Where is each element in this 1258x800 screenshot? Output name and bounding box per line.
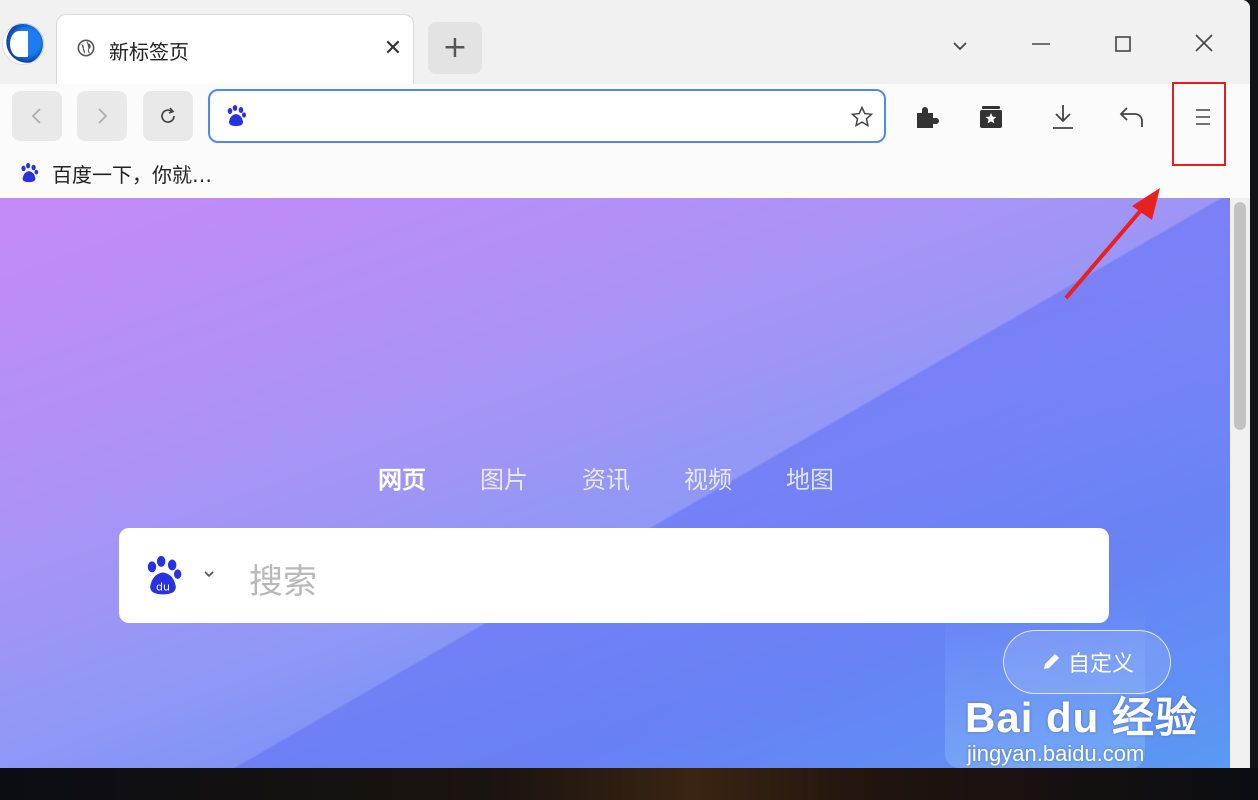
reload-button[interactable] — [143, 91, 193, 141]
new-tab-button[interactable]: + — [428, 22, 482, 74]
address-bar[interactable] — [208, 89, 886, 143]
forward-button[interactable] — [77, 91, 127, 141]
undo-icon[interactable] — [1117, 102, 1147, 132]
scrollbar-thumb[interactable] — [1234, 202, 1246, 430]
chevron-right-icon — [98, 108, 108, 124]
menu-icon[interactable] — [1188, 102, 1218, 132]
search-tab-images[interactable]: 图片 — [480, 460, 528, 495]
tab-new-tab[interactable]: 新标签页 ✕ — [56, 14, 414, 84]
search-tab-video[interactable]: 视频 — [684, 460, 732, 495]
extensions-puzzle-icon[interactable] — [912, 102, 942, 132]
download-icon[interactable] — [1048, 102, 1078, 132]
tab-close-button[interactable]: ✕ — [381, 37, 405, 61]
tab-list-dropdown-button[interactable] — [940, 30, 980, 60]
bookmarks-bar: 百度一下，你就… — [0, 150, 1250, 198]
maximize-button[interactable] — [1103, 30, 1143, 60]
minimize-button[interactable] — [1021, 30, 1061, 60]
back-button[interactable] — [12, 91, 62, 141]
browser-window: 新标签页 ✕ + 百度一下，你就… 网页 图片 资讯 视频 地图 du 搜索 自… — [0, 0, 1250, 768]
svg-text:du: du — [156, 581, 170, 594]
toolbar — [0, 84, 1250, 150]
search-placeholder[interactable]: 搜索 — [249, 554, 317, 603]
customize-label: 自定义 — [1067, 652, 1134, 677]
baidu-jingyan-watermark: Bai du 经验 jingyan.baidu.com — [965, 684, 1198, 767]
search-tab-news[interactable]: 资讯 — [582, 460, 630, 495]
tab-title: 新标签页 — [109, 40, 189, 64]
search-category-tabs: 网页 图片 资讯 视频 地图 — [378, 460, 888, 495]
chevron-left-icon — [31, 108, 41, 124]
globe-icon — [77, 39, 95, 57]
chevron-down-icon[interactable] — [201, 566, 217, 582]
close-window-button[interactable] — [1184, 30, 1224, 60]
page-scrollbar[interactable] — [1230, 198, 1250, 768]
browser-logo-icon[interactable] — [2, 23, 44, 65]
minimize-icon — [1032, 43, 1050, 45]
reload-icon — [161, 107, 175, 123]
collections-icon[interactable] — [976, 102, 1006, 132]
close-icon — [1195, 34, 1213, 52]
tab-strip: 新标签页 ✕ + — [0, 0, 1250, 84]
new-tab-page: 网页 图片 资讯 视频 地图 du 搜索 自定义 Bai du 经验 jingy… — [0, 198, 1230, 768]
search-tab-map[interactable]: 地图 — [786, 460, 834, 495]
bookmark-star-icon[interactable] — [850, 105, 874, 129]
desktop-background — [0, 768, 1258, 800]
address-input[interactable] — [256, 100, 840, 134]
baidu-paw-icon — [21, 162, 39, 183]
baidu-paw-icon — [227, 105, 246, 126]
bookmark-label: 百度一下，你就… — [52, 162, 212, 187]
chevron-down-icon — [953, 42, 967, 51]
maximize-icon — [1115, 36, 1131, 52]
pencil-icon — [1043, 654, 1059, 669]
search-tab-web[interactable]: 网页 — [378, 460, 426, 495]
watermark-brand: Bai du 经验 — [965, 694, 1199, 741]
bookmark-item[interactable]: 百度一下，你就… — [18, 159, 212, 187]
baidu-engine-icon[interactable]: du — [141, 554, 185, 598]
